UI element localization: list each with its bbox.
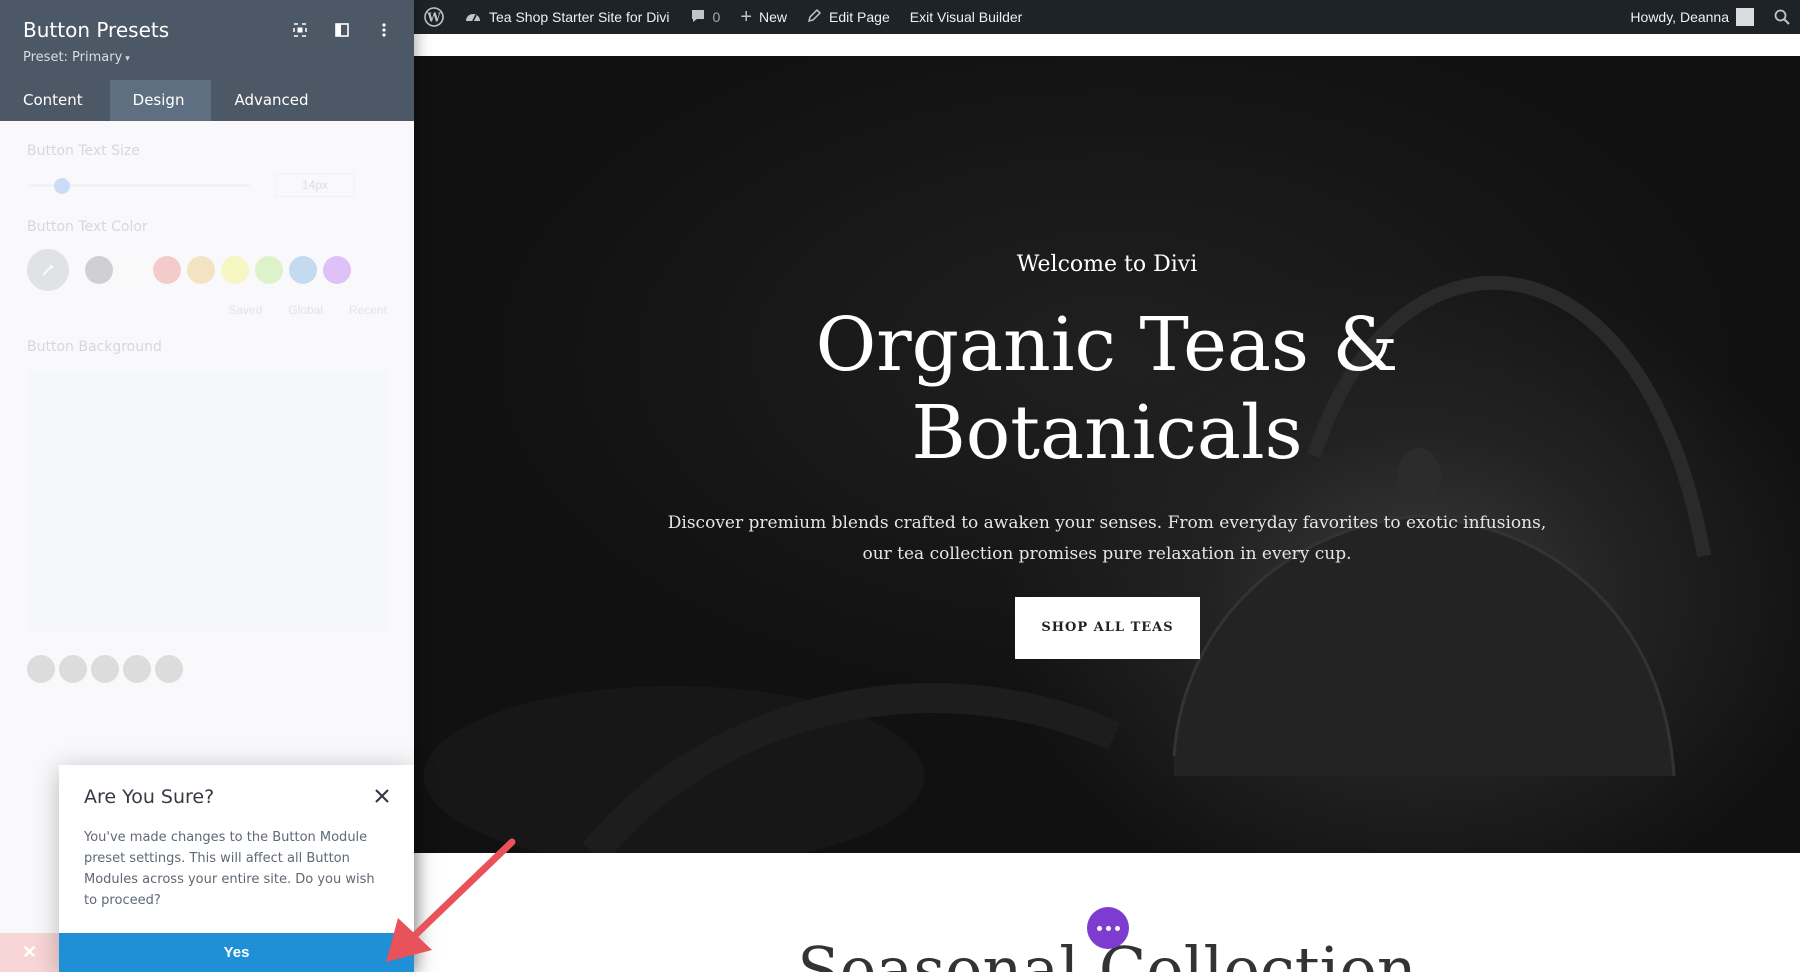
dot-icon bbox=[1105, 925, 1111, 931]
pencil-icon bbox=[807, 8, 822, 26]
swatch-green[interactable] bbox=[255, 256, 283, 284]
gradient-preset[interactable] bbox=[155, 655, 183, 683]
preset-dropdown[interactable]: Preset: Primary ▾ bbox=[23, 50, 391, 65]
text-size-input[interactable]: 14px bbox=[275, 173, 355, 197]
shop-all-teas-button[interactable]: SHOP ALL TEAS bbox=[1015, 597, 1200, 659]
hero-eyebrow: Welcome to Divi bbox=[1016, 252, 1198, 277]
hero-description: Discover premium blends crafted to awake… bbox=[667, 513, 1547, 564]
avatar bbox=[1736, 8, 1754, 26]
new-link[interactable]: + New bbox=[730, 0, 797, 34]
tab-advanced[interactable]: Advanced bbox=[211, 80, 335, 121]
dashboard-icon bbox=[464, 8, 482, 27]
tab-content[interactable]: Content bbox=[0, 80, 110, 121]
tab-design[interactable]: Design bbox=[109, 80, 212, 121]
gradient-presets bbox=[27, 655, 387, 683]
exit-label: Exit Visual Builder bbox=[909, 9, 1023, 25]
comments-count: 0 bbox=[712, 9, 721, 25]
edit-page-label: Edit Page bbox=[829, 9, 890, 25]
swatch-white[interactable] bbox=[119, 256, 147, 284]
color-swatches bbox=[27, 249, 387, 291]
gradient-preset[interactable] bbox=[91, 655, 119, 683]
more-options-icon[interactable] bbox=[374, 20, 394, 40]
hero-title-line2: Botanicals bbox=[911, 390, 1303, 476]
split-view-icon[interactable] bbox=[332, 20, 352, 40]
new-label: New bbox=[759, 9, 788, 25]
slider-knob[interactable] bbox=[54, 178, 70, 194]
text-size-label: Button Text Size bbox=[27, 143, 140, 159]
color-tab-saved[interactable]: Saved bbox=[228, 303, 262, 317]
text-color-label: Button Text Color bbox=[27, 219, 148, 235]
caret-down-icon: ▾ bbox=[125, 54, 130, 64]
design-settings: Button Text Size 14px Button Text Color … bbox=[0, 143, 414, 683]
swatch-gray[interactable] bbox=[85, 256, 113, 284]
gradient-preset[interactable] bbox=[59, 655, 87, 683]
cancel-button[interactable]: ✕ bbox=[0, 933, 59, 972]
plus-icon: + bbox=[740, 6, 753, 28]
svg-text:W: W bbox=[426, 11, 441, 25]
yes-button[interactable]: Yes bbox=[59, 933, 414, 972]
user-menu[interactable]: Howdy, Deanna bbox=[1620, 0, 1764, 34]
exit-visual-builder-link[interactable]: Exit Visual Builder bbox=[900, 0, 1033, 34]
panel-tabs: Content Design Advanced bbox=[0, 80, 414, 121]
swatch-orange[interactable] bbox=[187, 256, 215, 284]
dialog-message: You've made changes to the Button Module… bbox=[84, 830, 375, 908]
swatch-red[interactable] bbox=[153, 256, 181, 284]
color-tab-global[interactable]: Global bbox=[288, 303, 323, 317]
color-tab-recent[interactable]: Recent bbox=[349, 303, 387, 317]
gradient-preset[interactable] bbox=[27, 655, 55, 683]
edit-page-link[interactable]: Edit Page bbox=[797, 0, 900, 34]
search-icon[interactable] bbox=[1764, 0, 1800, 34]
hero-title: Organic Teas & Botanicals bbox=[414, 301, 1800, 477]
hero-title-line1: Organic Teas & bbox=[815, 302, 1399, 388]
eyedropper-icon[interactable] bbox=[27, 249, 69, 291]
close-icon[interactable] bbox=[374, 788, 390, 804]
hero-section: Welcome to Divi Organic Teas & Botanical… bbox=[414, 56, 1800, 853]
dialog-title: Are You Sure? bbox=[84, 786, 215, 808]
builder-options-button[interactable] bbox=[1087, 907, 1129, 949]
swatch-purple[interactable] bbox=[323, 256, 351, 284]
dot-icon bbox=[1096, 925, 1102, 931]
confirm-dialog: Are You Sure? You've made changes to the… bbox=[59, 765, 414, 972]
cancel-icon: ✕ bbox=[21, 942, 38, 962]
swatch-blue[interactable] bbox=[289, 256, 317, 284]
admin-bar: W Tea Shop Starter Site for Divi 0 + New… bbox=[414, 0, 1800, 34]
comment-icon bbox=[690, 8, 706, 27]
fullscreen-icon[interactable] bbox=[290, 20, 310, 40]
background-editor[interactable] bbox=[27, 371, 387, 631]
panel-header: Button Presets Preset: Primary ▾ bbox=[0, 0, 414, 80]
site-name: Tea Shop Starter Site for Divi bbox=[489, 9, 670, 25]
dot-icon bbox=[1114, 925, 1120, 931]
text-size-slider[interactable]: 14px bbox=[27, 173, 387, 197]
color-tabs: Saved Global Recent bbox=[27, 303, 387, 317]
greeting: Howdy, Deanna bbox=[1630, 9, 1729, 25]
background-label: Button Background bbox=[27, 339, 162, 355]
swatch-yellow[interactable] bbox=[221, 256, 249, 284]
comments-link[interactable]: 0 bbox=[680, 0, 731, 34]
wordpress-logo-icon[interactable]: W bbox=[414, 0, 454, 34]
site-name-link[interactable]: Tea Shop Starter Site for Divi bbox=[454, 0, 680, 34]
gradient-preset[interactable] bbox=[123, 655, 151, 683]
preset-label: Preset: Primary bbox=[23, 50, 123, 65]
